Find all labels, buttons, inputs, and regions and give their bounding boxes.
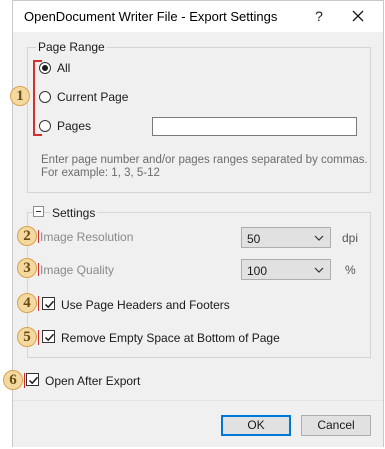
callout-1-bracket (33, 60, 35, 136)
radio-pages-label: Pages (57, 119, 92, 133)
callout-badge-4: 4 (17, 293, 37, 313)
radio-current-page[interactable] (39, 91, 51, 103)
callout-badge-5: 5 (17, 327, 37, 347)
dialog-title: OpenDocument Writer File - Export Settin… (24, 9, 278, 24)
callout-2-marker (38, 230, 39, 243)
callout-4-marker (38, 296, 39, 311)
callout-3-marker (38, 263, 39, 276)
image-resolution-label: Image Resolution (40, 230, 134, 244)
image-resolution-value: 50 (247, 232, 261, 246)
callout-badge-1: 1 (10, 86, 30, 106)
ok-button[interactable]: OK (221, 415, 291, 436)
remove-empty-space-label: Remove Empty Space at Bottom of Page (61, 331, 280, 345)
checkmark-icon (44, 300, 55, 309)
cancel-button[interactable]: Cancel (301, 415, 371, 436)
close-button[interactable] (346, 4, 370, 28)
callout-badge-3: 3 (17, 258, 37, 278)
page-range-hint-1: Enter page number and/or pages ranges se… (41, 154, 368, 166)
image-quality-select[interactable]: 100 (241, 259, 331, 280)
minus-icon (36, 211, 41, 212)
checkmark-icon (28, 376, 39, 385)
image-resolution-unit: dpi (342, 231, 359, 245)
callout-1-bracket-bottom (33, 134, 42, 136)
help-button[interactable]: ? (309, 5, 329, 27)
image-quality-value: 100 (247, 264, 268, 278)
callout-badge-6: 6 (3, 370, 23, 390)
use-headers-footers-checkbox[interactable] (42, 297, 55, 310)
chevron-down-icon (314, 267, 324, 273)
chevron-down-icon (314, 235, 324, 241)
settings-legend: Settings (50, 206, 98, 220)
page-range-legend: Page Range (36, 40, 107, 54)
radio-all[interactable] (39, 62, 51, 74)
radio-current-page-label: Current Page (57, 90, 129, 104)
image-quality-unit: % (345, 263, 356, 277)
radio-pages[interactable] (39, 120, 51, 132)
remove-empty-space-checkbox[interactable] (42, 330, 55, 343)
open-after-export-checkbox[interactable] (26, 373, 39, 386)
callout-1-bracket-top (33, 60, 42, 62)
callout-5-marker (38, 330, 39, 345)
image-resolution-select[interactable]: 50 (241, 227, 331, 248)
open-after-export-label: Open After Export (45, 374, 141, 388)
image-quality-label: Image Quality (40, 263, 115, 277)
callout-badge-2: 2 (17, 226, 37, 246)
settings-collapse-toggle[interactable] (33, 206, 44, 217)
use-headers-footers-label: Use Page Headers and Footers (61, 298, 230, 312)
page-range-hint-2: For example: 1, 3, 5-12 (41, 167, 160, 179)
checkmark-icon (44, 333, 55, 342)
pages-input[interactable] (152, 117, 357, 136)
close-icon (352, 10, 364, 22)
callout-6-marker (24, 373, 25, 388)
radio-all-label: All (57, 61, 71, 75)
